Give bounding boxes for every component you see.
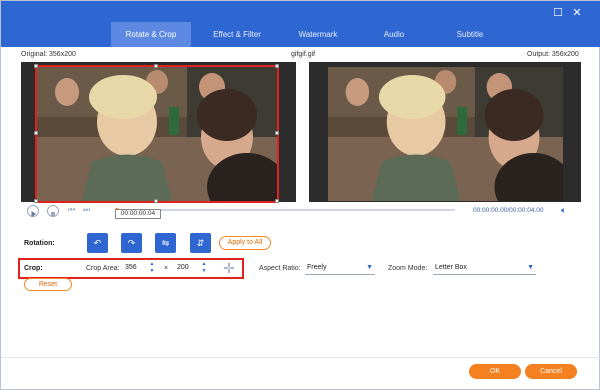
crop-selection-rectangle[interactable] xyxy=(35,65,279,203)
aspect-ratio-value: Freely xyxy=(307,264,327,271)
crop-handle-top-right[interactable] xyxy=(275,64,279,68)
footer-divider xyxy=(1,357,600,358)
times-sign: × xyxy=(164,265,169,272)
cancel-button[interactable]: Cancel xyxy=(525,364,577,379)
flip-vertical-button[interactable]: ⇵ xyxy=(190,233,211,253)
previous-frame-icon[interactable]: ⏮ xyxy=(68,205,75,215)
next-frame-icon[interactable]: ⏭ xyxy=(83,205,90,215)
flip-horizontal-icon: ⇋ xyxy=(161,238,170,248)
tab-effect-filter[interactable]: Effect & Filter xyxy=(197,22,277,47)
chevron-down-icon: ▼ xyxy=(366,264,373,271)
zoom-mode-select[interactable]: Letter Box ▼ xyxy=(433,262,536,275)
crop-handle-left[interactable] xyxy=(34,131,38,135)
stop-button[interactable] xyxy=(47,205,59,217)
crop-handle-top-left[interactable] xyxy=(34,64,38,68)
rotate-right-button[interactable]: ↷ xyxy=(121,233,142,253)
crop-handle-bottom-left[interactable] xyxy=(34,199,38,203)
crop-handle-right[interactable] xyxy=(275,131,279,135)
file-name: gifgif.gif xyxy=(291,51,316,58)
flip-vertical-icon: ⇵ xyxy=(196,238,205,248)
play-button[interactable] xyxy=(27,205,39,217)
maximize-icon[interactable]: ☐ xyxy=(552,7,564,19)
reset-button[interactable]: Reset xyxy=(24,278,72,291)
current-time-tooltip: 00:00:00.04 xyxy=(115,209,161,219)
tab-subtitle[interactable]: Subtitle xyxy=(435,22,505,47)
tab-rotate-crop[interactable]: Rotate & Crop xyxy=(111,22,191,47)
ok-button[interactable]: OK xyxy=(469,364,521,379)
crop-area-label: Crop Area: xyxy=(86,265,120,272)
zoom-mode-label: Zoom Mode: xyxy=(388,265,428,272)
output-size-label: Output: 356x200 xyxy=(527,51,579,58)
timeline-track[interactable] xyxy=(115,208,455,212)
rotation-label: Rotation: xyxy=(24,240,55,247)
crop-width-stepper[interactable]: ▲ ▼ xyxy=(149,261,155,275)
chevron-down-icon: ▼ xyxy=(527,264,534,271)
tab-watermark[interactable]: Watermark xyxy=(283,22,353,47)
rotate-left-icon: ↶ xyxy=(93,238,102,248)
original-size-label: Original: 356x200 xyxy=(21,51,76,58)
aspect-ratio-select[interactable]: Freely ▼ xyxy=(305,262,375,275)
time-display: 00:00:00.00/00:00:04.00 xyxy=(473,207,544,214)
tab-bar: Rotate & Crop Effect & Filter Watermark … xyxy=(111,22,511,47)
zoom-mode-value: Letter Box xyxy=(435,264,467,271)
crop-handle-bottom-right[interactable] xyxy=(275,199,279,203)
volume-icon[interactable]: 🔈︎ xyxy=(561,205,566,216)
title-bar: Rotate & Crop Effect & Filter Watermark … xyxy=(1,1,600,47)
crop-handle-top[interactable] xyxy=(154,64,158,68)
output-video-frame xyxy=(328,67,563,201)
flip-horizontal-button[interactable]: ⇋ xyxy=(155,233,176,253)
crop-height-stepper[interactable]: ▲ ▼ xyxy=(201,261,207,275)
rotate-left-button[interactable]: ↶ xyxy=(87,233,108,253)
center-crop-icon[interactable]: ✛ xyxy=(220,259,238,277)
crop-handle-bottom[interactable] xyxy=(154,199,158,203)
rotate-right-icon: ↷ xyxy=(127,238,136,248)
aspect-ratio-label: Aspect Ratio: xyxy=(259,265,301,272)
close-icon[interactable]: ✕ xyxy=(571,7,583,19)
crop-label: Crop: xyxy=(24,265,43,272)
apply-to-all-button[interactable]: Apply to All xyxy=(219,236,271,250)
tab-audio[interactable]: Audio xyxy=(359,22,429,47)
editor-window: Rotate & Crop Effect & Filter Watermark … xyxy=(0,0,600,390)
